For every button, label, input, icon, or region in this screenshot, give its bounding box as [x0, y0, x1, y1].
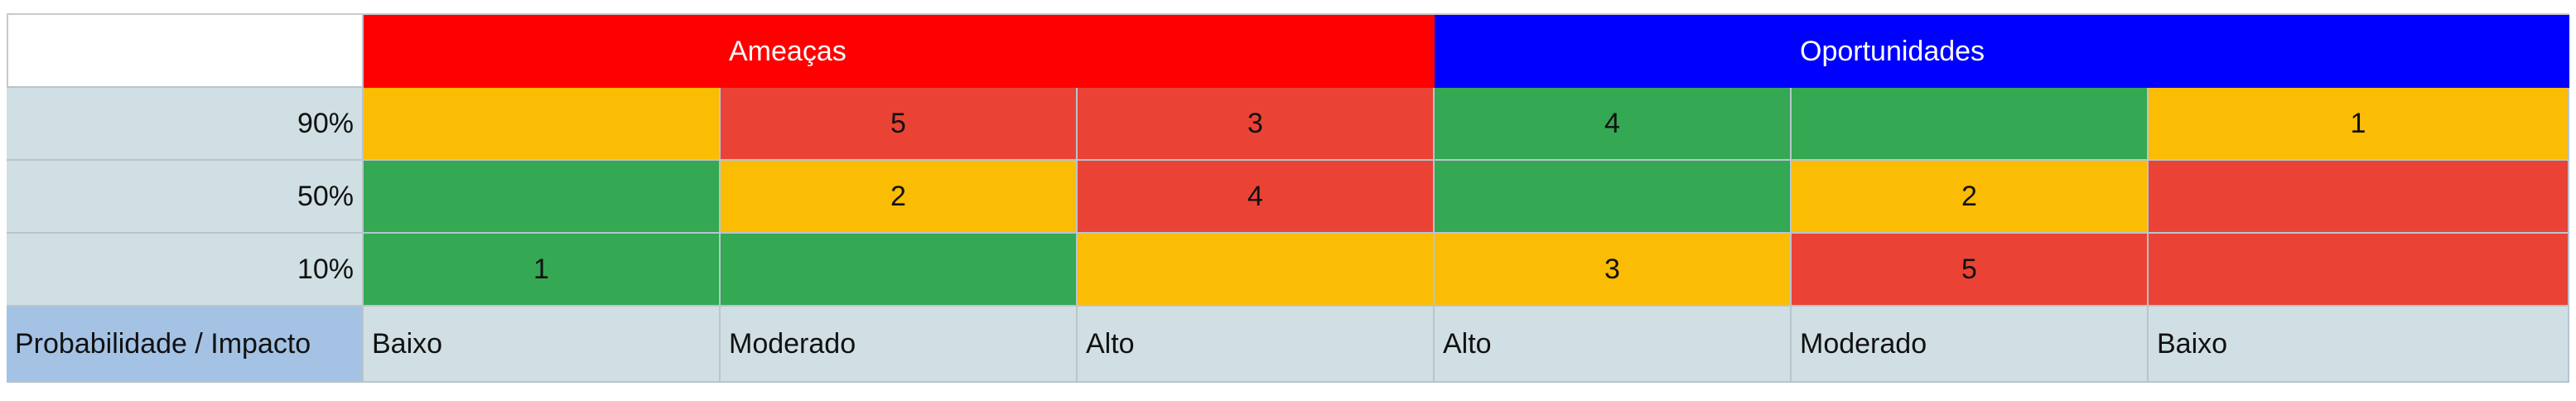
threats-header-cell[interactable] — [364, 15, 721, 88]
matrix-cell[interactable]: 5 — [721, 88, 1078, 161]
matrix-cell[interactable]: 4 — [1078, 161, 1435, 234]
matrix-cell[interactable] — [721, 234, 1078, 307]
threats-header[interactable]: Ameaças — [721, 15, 1078, 88]
probability-impact-corner-label[interactable]: Probabilidade / Impacto — [7, 307, 364, 383]
opportunities-header-cell[interactable] — [2149, 15, 2569, 88]
matrix-cell[interactable] — [364, 88, 721, 161]
header-blank-cell[interactable] — [7, 15, 364, 88]
impact-label[interactable]: Baixo — [364, 307, 721, 383]
matrix-cell[interactable]: 2 — [1792, 161, 2149, 234]
impact-label[interactable]: Alto — [1435, 307, 1792, 383]
probability-label-90[interactable]: 90% — [7, 88, 364, 161]
probability-label-50[interactable]: 50% — [7, 161, 364, 234]
matrix-cell[interactable] — [1792, 88, 2149, 161]
opportunities-header[interactable]: Oportunidades — [1792, 15, 2149, 88]
matrix-cell[interactable]: 1 — [2149, 88, 2569, 161]
impact-label[interactable]: Moderado — [721, 307, 1078, 383]
impact-label[interactable]: Baixo — [2149, 307, 2569, 383]
risk-matrix: Ameaças Oportunidades 90% 5 3 4 1 50% 2 … — [7, 13, 2569, 383]
matrix-cell[interactable] — [2149, 234, 2569, 307]
matrix-cell[interactable] — [2149, 161, 2569, 234]
matrix-cell[interactable] — [364, 161, 721, 234]
matrix-cell[interactable]: 3 — [1435, 234, 1792, 307]
matrix-cell[interactable]: 3 — [1078, 88, 1435, 161]
matrix-cell[interactable]: 4 — [1435, 88, 1792, 161]
probability-label-10[interactable]: 10% — [7, 234, 364, 307]
matrix-cell[interactable] — [1435, 161, 1792, 234]
impact-label[interactable]: Moderado — [1792, 307, 2149, 383]
matrix-cell[interactable]: 5 — [1792, 234, 2149, 307]
opportunities-header-cell[interactable] — [1435, 15, 1792, 88]
threats-header-cell[interactable] — [1078, 15, 1435, 88]
impact-label[interactable]: Alto — [1078, 307, 1435, 383]
matrix-cell[interactable] — [1078, 234, 1435, 307]
matrix-cell[interactable]: 2 — [721, 161, 1078, 234]
matrix-cell[interactable]: 1 — [364, 234, 721, 307]
